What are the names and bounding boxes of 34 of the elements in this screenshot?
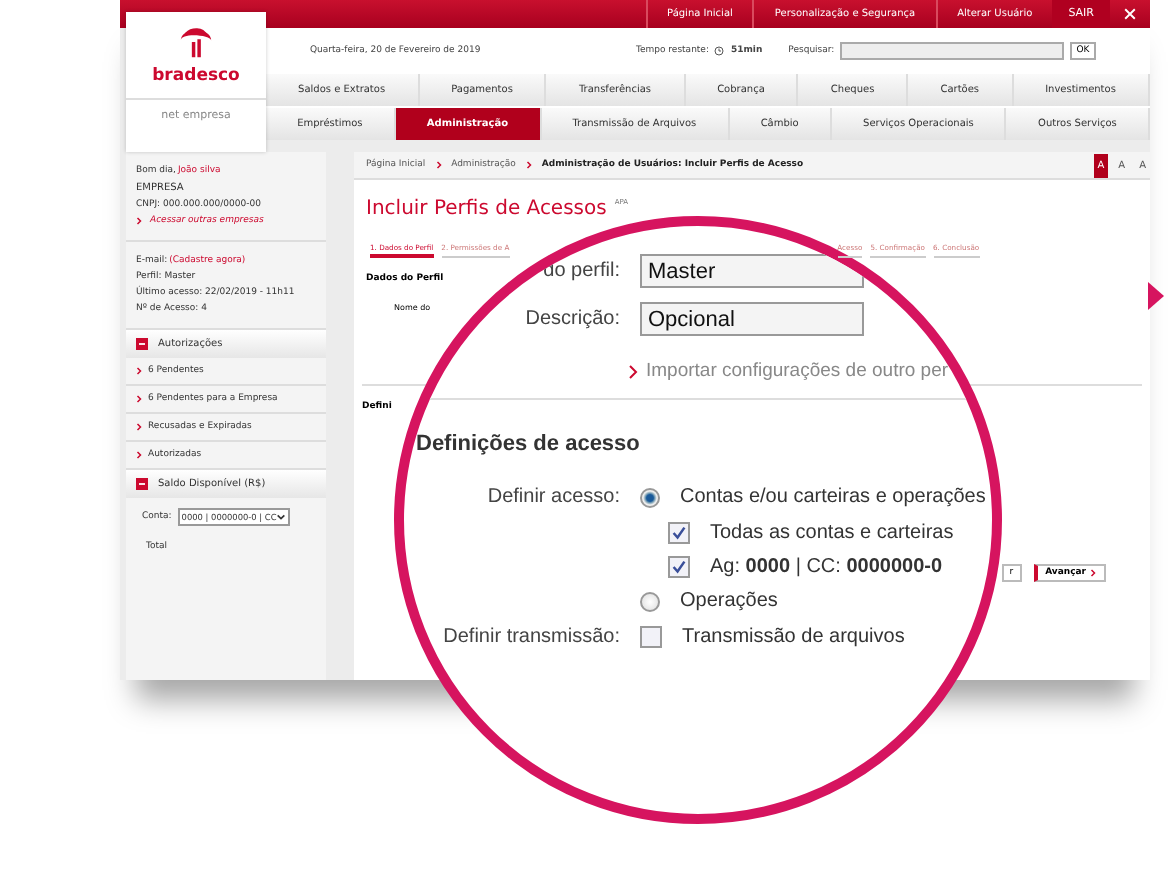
checkbox[interactable] xyxy=(640,626,662,648)
chevron-icon xyxy=(136,216,142,226)
option-label: Todas as contas e carteiras xyxy=(710,522,954,544)
chevron-icon xyxy=(136,450,142,460)
option-label: Ag: 0000 | CC: 0000000-0 xyxy=(710,556,943,578)
chevron-icon xyxy=(136,394,142,404)
radio-button[interactable] xyxy=(640,487,660,507)
breadcrumb-separator-icon xyxy=(435,160,442,170)
description-label: Descrição: xyxy=(525,308,620,330)
chevron-icon xyxy=(628,363,638,379)
section-heading: Definições de acesso xyxy=(414,430,642,456)
collapse-icon[interactable] xyxy=(136,338,148,350)
chevron-icon xyxy=(136,366,142,376)
breadcrumb-separator-icon xyxy=(525,160,532,170)
chevron-icon xyxy=(136,422,142,432)
chevron-icon xyxy=(1090,568,1096,578)
checkbox[interactable] xyxy=(668,556,690,578)
option-label: Operações xyxy=(680,590,778,612)
option-label: Transmissão de arquivos xyxy=(682,626,905,648)
description-field[interactable]: Opcional xyxy=(640,302,864,336)
checkbox[interactable] xyxy=(668,522,690,544)
access-label: Definir acesso: xyxy=(487,486,620,508)
import-settings-link[interactable]: Importar configurações de outro per xyxy=(646,360,949,382)
transmission-label: Definir transmissão: xyxy=(443,626,620,648)
collapse-icon[interactable] xyxy=(136,478,148,490)
radio-button[interactable] xyxy=(640,591,660,611)
clock-icon xyxy=(714,45,725,55)
close-icon[interactable] xyxy=(1122,6,1138,22)
option-label: Contas e/ou carteiras e operações xyxy=(680,486,986,508)
triangle-icon xyxy=(1148,282,1164,310)
profile-name-field[interactable]: Master xyxy=(640,254,864,288)
page-title: Incluir Perfis de Acessos xyxy=(366,198,607,220)
dropdown-caret-icon xyxy=(276,512,287,522)
search-field[interactable] xyxy=(840,41,1065,59)
